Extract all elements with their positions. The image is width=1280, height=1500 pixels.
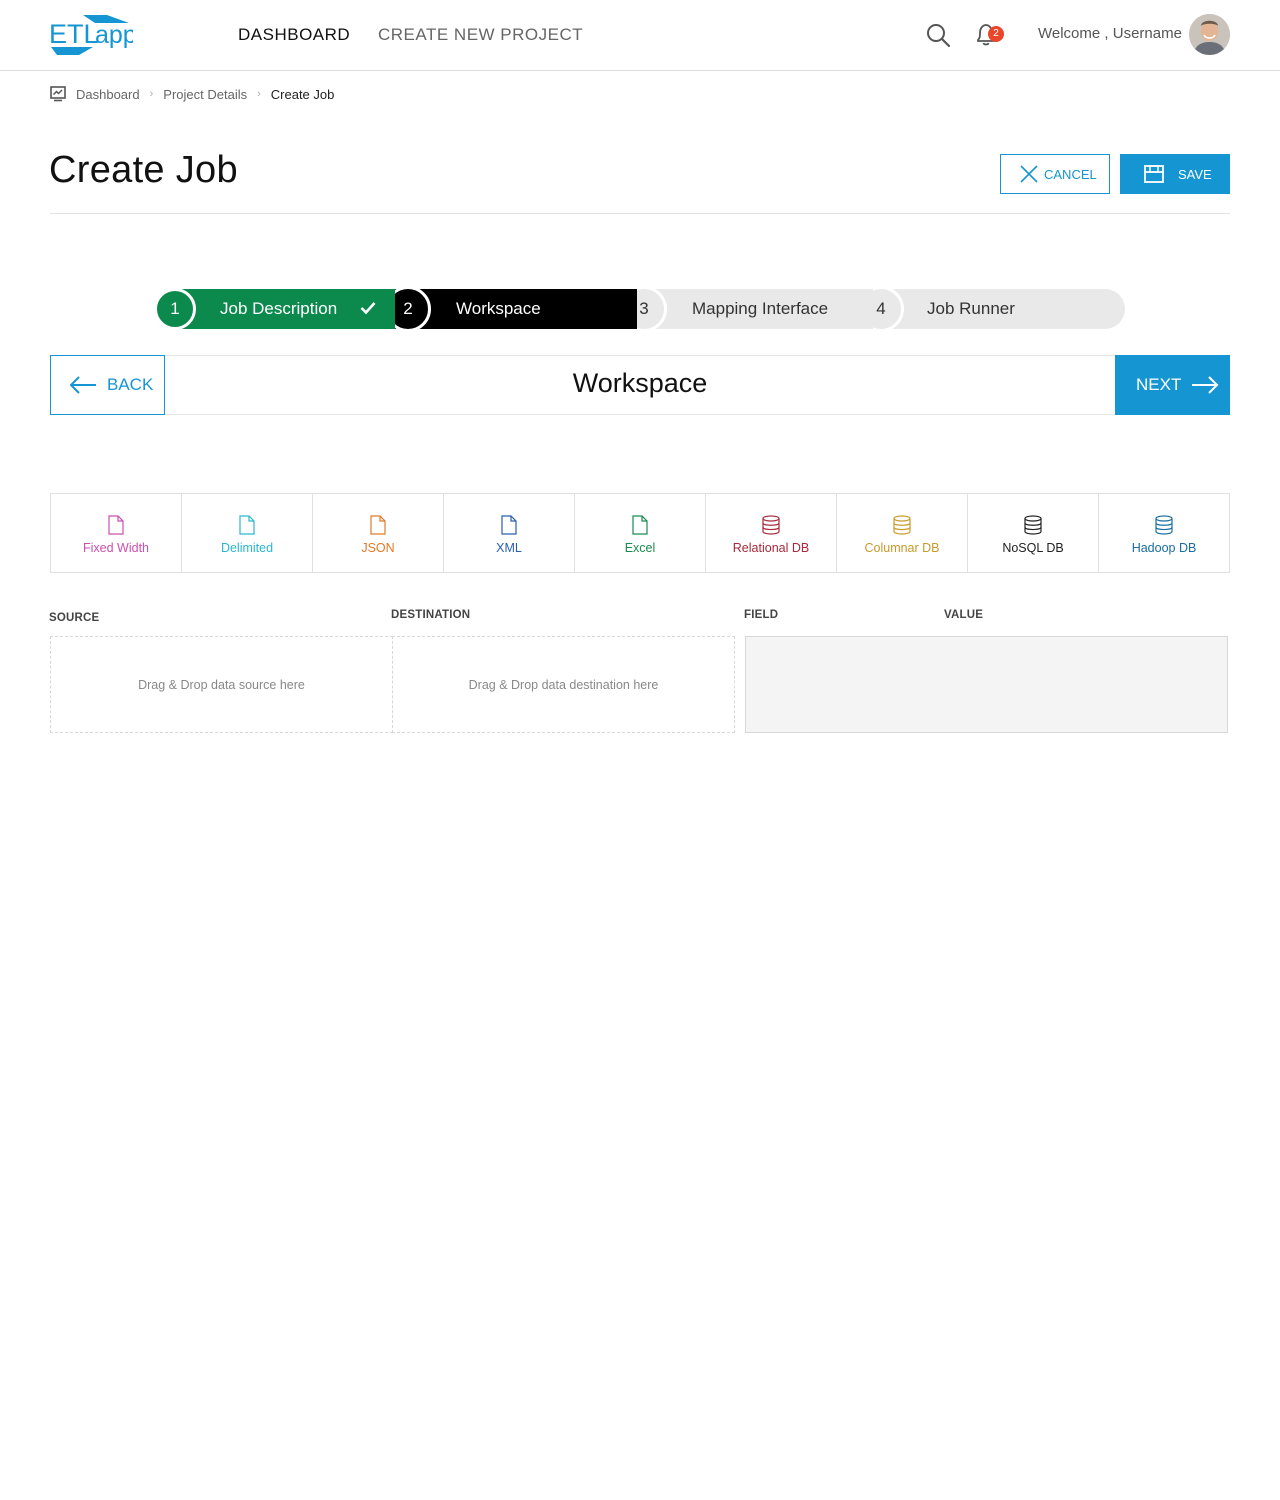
palette-label: NoSQL DB [1002, 541, 1064, 555]
welcome-username[interactable]: Welcome , Username [1038, 25, 1182, 42]
file-icon [108, 515, 124, 535]
palette-delimited[interactable]: Delimited [182, 494, 313, 572]
step-job-description[interactable]: 1 Job Description [154, 288, 395, 330]
destination-heading: DESTINATION [391, 609, 471, 621]
palette-label: Delimited [220, 541, 274, 555]
next-button[interactable]: NEXT [1115, 355, 1230, 415]
breadcrumb-create-job: Create Job [270, 86, 335, 102]
source-heading: SOURCE [49, 612, 100, 624]
palette-xml[interactable]: XML [444, 494, 575, 572]
step-label: Workspace [456, 299, 541, 318]
search-icon[interactable] [925, 22, 951, 48]
step-label: Job Description [220, 299, 338, 318]
file-icon [239, 515, 255, 535]
arrow-right-icon [1192, 376, 1219, 394]
palette-nosql-db[interactable]: NoSQL DB [968, 494, 1099, 572]
page-title: Create Job [49, 149, 238, 191]
notification-badge: 2 [988, 26, 1004, 42]
database-icon [1155, 515, 1173, 535]
palette-json[interactable]: JSON [313, 494, 444, 572]
palette-fixed-width[interactable]: Fixed Width [51, 494, 182, 572]
palette-label: JSON [361, 541, 395, 555]
destination-dropzone[interactable]: Drag & Drop data destination here [392, 636, 735, 733]
field-value-panel [745, 636, 1228, 733]
user-avatar[interactable] [1189, 14, 1230, 55]
top-header: ETL app DASHBOARD CREATE NEW PROJECT 2 W… [0, 0, 1280, 71]
palette-label: Fixed Width [83, 541, 149, 555]
back-button[interactable]: BACK [50, 355, 165, 415]
svg-text:ETL: ETL [49, 19, 99, 49]
database-icon [1024, 515, 1042, 535]
source-type-palette: Fixed Width Delimited JSON XML Excel Rel… [50, 493, 1230, 573]
database-icon [762, 515, 780, 535]
workspace-title: Workspace [572, 368, 708, 398]
file-icon [632, 515, 648, 535]
title-divider [50, 213, 1230, 214]
save-button[interactable]: SAVE [1120, 154, 1230, 194]
file-icon [501, 515, 517, 535]
breadcrumb-separator-icon: › [149, 88, 154, 100]
palette-label: Columnar DB [864, 541, 940, 555]
dashboard-icon [50, 86, 66, 102]
breadcrumb-project-details[interactable]: Project Details [163, 87, 247, 102]
cancel-label: CANCEL [1044, 166, 1097, 182]
svg-text:app: app [95, 21, 133, 49]
back-label: BACK [107, 375, 154, 394]
next-label: NEXT [1136, 375, 1182, 394]
nav-create-new-project[interactable]: CREATE NEW PROJECT [378, 25, 583, 45]
value-heading: VALUE [944, 609, 984, 621]
check-icon [360, 302, 376, 315]
palette-excel[interactable]: Excel [575, 494, 706, 572]
step-number: 1 [154, 288, 196, 330]
breadcrumb-separator-icon: › [257, 88, 261, 100]
breadcrumb-dashboard[interactable]: Dashboard [76, 87, 140, 102]
step-mapping-interface[interactable]: 3 Mapping Interface [621, 286, 873, 332]
breadcrumb: Dashboard › Project Details › Create Job [50, 85, 334, 103]
close-icon [1020, 165, 1038, 183]
step-job-runner[interactable]: 4 Job Runner [858, 286, 1125, 332]
save-icon [1144, 165, 1164, 183]
file-icon [370, 515, 386, 535]
palette-columnar-db[interactable]: Columnar DB [837, 494, 968, 572]
palette-label: Excel [624, 541, 656, 555]
source-placeholder: Drag & Drop data source here [138, 677, 305, 692]
palette-label: Hadoop DB [1131, 541, 1197, 555]
database-icon [893, 515, 911, 535]
etlapp-logo[interactable]: ETL app [49, 13, 133, 57]
nav-dashboard[interactable]: DASHBOARD [238, 25, 350, 45]
step-label: Job Runner [927, 299, 1015, 318]
source-dropzone[interactable]: Drag & Drop data source here [50, 636, 393, 733]
palette-relational-db[interactable]: Relational DB [706, 494, 837, 572]
arrow-left-icon [69, 376, 96, 394]
palette-label: XML [496, 541, 522, 555]
save-label: SAVE [1178, 166, 1212, 182]
cancel-button[interactable]: CANCEL [1000, 154, 1110, 194]
step-workspace[interactable]: 2 Workspace [385, 286, 637, 332]
job-stepper: 4 Job Runner 3 Mapping Interface 2 Works… [154, 286, 1125, 332]
destination-placeholder: Drag & Drop data destination here [468, 677, 659, 692]
palette-hadoop-db[interactable]: Hadoop DB [1099, 494, 1229, 572]
step-label: Mapping Interface [692, 299, 829, 318]
field-heading: FIELD [744, 609, 779, 621]
palette-label: Relational DB [732, 541, 810, 555]
